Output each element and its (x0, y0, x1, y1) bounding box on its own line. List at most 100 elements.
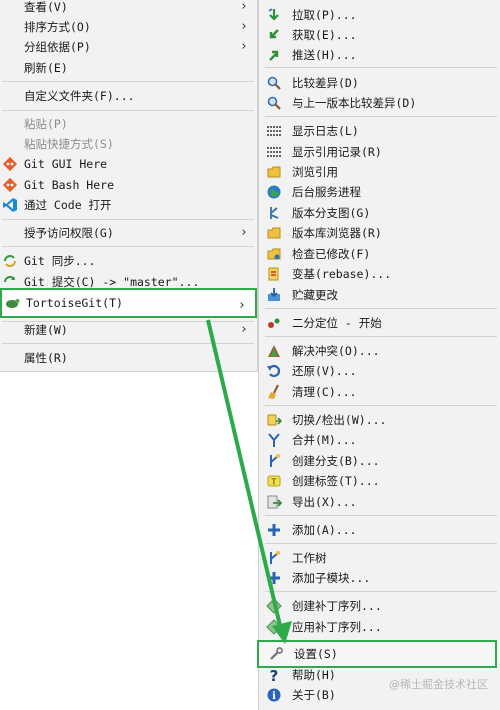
submenu-item-switch[interactable]: 切换/检出(W)... (259, 410, 499, 430)
menu-separator (265, 67, 497, 68)
chevron-right-icon: › (241, 19, 247, 34)
menu-separator (2, 219, 254, 220)
tag-icon: T (267, 475, 281, 487)
chevron-right-icon: › (241, 39, 247, 54)
fetch-icon (269, 29, 279, 39)
cleanup-icon (268, 384, 279, 399)
add-icon (268, 524, 280, 536)
menu-separator (265, 543, 497, 544)
submenu-item-export[interactable]: 导出(X)... (259, 492, 499, 512)
menu-separator (265, 308, 497, 309)
repo-browser-icon (267, 227, 281, 239)
menu-separator (265, 515, 497, 516)
menu-item-paste-shortcut: 粘贴快捷方式(S) (24, 137, 114, 151)
push-icon (269, 50, 279, 61)
submenu-item-resolve[interactable]: 解决冲突(O)... (259, 341, 499, 361)
switch-icon (267, 414, 282, 426)
submenu-item-create-tag[interactable]: T 创建标签(T)... (259, 471, 499, 491)
menu-item-sort-by[interactable]: 排序方式(O) › (0, 17, 257, 37)
submenu-item-repo-browser[interactable]: 版本库浏览器(R) (259, 223, 499, 243)
menu-separator (265, 405, 497, 406)
stash-icon (268, 288, 280, 301)
add-submodule-icon (268, 572, 280, 584)
vscode-icon (3, 198, 17, 212)
submenu-item-check-modifications[interactable]: 检查已修改(F) (259, 244, 499, 264)
menu-separator (2, 81, 254, 82)
git-bash-icon (2, 177, 18, 193)
daemon-icon (267, 185, 281, 199)
menu-item-give-access[interactable]: 授予访问权限(G) › (0, 223, 257, 243)
submenu-item-stash[interactable]: 贮藏更改 (259, 285, 499, 305)
about-icon: i (267, 688, 281, 702)
submenu-item-apply-patch[interactable]: 应用补丁序列... (259, 617, 499, 637)
browse-refs-icon (267, 166, 281, 178)
menu-item-git-bash[interactable]: Git Bash Here (0, 175, 257, 195)
submenu-item-pull[interactable]: 拉取(P)... (259, 5, 499, 25)
menu-item-git-sync[interactable]: Git 同步... (0, 251, 257, 271)
submenu-item-create-branch[interactable]: 创建分支(B)... (259, 451, 499, 471)
submenu-item-add[interactable]: 添加(A)... (259, 520, 499, 540)
chevron-right-icon: › (241, 225, 247, 240)
menu-separator (265, 116, 497, 117)
chevron-right-icon: › (241, 322, 247, 337)
submenu-item-settings[interactable]: 设置(S) (257, 640, 497, 668)
submenu-item-create-patch[interactable]: 创建补丁序列... (259, 596, 499, 616)
menu-item-customize-folder[interactable]: 自定义文件夹(F)... (0, 86, 257, 106)
menu-item-properties[interactable]: 属性(R) (0, 348, 257, 368)
diff-icon (267, 76, 281, 90)
reflog-icon (267, 147, 281, 157)
svg-text:i: i (272, 691, 276, 702)
create-patch-icon (266, 598, 282, 614)
check-modifications-icon (267, 248, 281, 260)
submenu-item-browse-refs[interactable]: 浏览引用 (259, 162, 499, 182)
menu-item-new[interactable]: 新建(W) › (0, 320, 257, 340)
menu-item-paste: 粘贴(P) (24, 117, 68, 131)
menu-item-group-by[interactable]: 分组依据(P) › (0, 37, 257, 57)
git-sync-icon (4, 255, 16, 267)
submenu-item-merge[interactable]: 合并(M)... (259, 430, 499, 450)
rebase-icon (268, 267, 279, 281)
revision-graph-icon (270, 207, 279, 219)
submenu-item-show-log[interactable]: 显示日志(L) (259, 121, 499, 141)
merge-icon (268, 433, 280, 447)
submenu-item-add-submodule[interactable]: 添加子模块... (259, 568, 499, 588)
pull-icon (268, 8, 279, 21)
worktree-icon (270, 551, 280, 564)
submenu-item-diff-previous[interactable]: 与上一版本比较差异(D) (259, 93, 499, 113)
submenu-item-worktree[interactable]: 工作树 (259, 548, 499, 568)
bisect-icon (268, 318, 280, 328)
watermark: @稀土掘金技术社区 (389, 678, 488, 691)
menu-separator (2, 110, 254, 111)
resolve-icon (268, 345, 280, 357)
svg-text:T: T (271, 478, 277, 487)
menu-separator (265, 591, 497, 592)
menu-item-tortoisegit[interactable]: TortoiseGit(T) › (0, 288, 257, 318)
submenu-item-daemon[interactable]: 后台服务进程 (259, 182, 499, 202)
submenu-item-bisect[interactable]: 二分定位 - 开始 (259, 313, 499, 333)
diff-previous-icon (267, 96, 281, 110)
svg-text:?: ? (270, 667, 279, 683)
menu-item-open-with-code[interactable]: 通过 Code 打开 (0, 195, 257, 215)
menu-separator (2, 246, 254, 247)
apply-patch-icon (266, 619, 282, 635)
menu-item-refresh[interactable]: 刷新(E) (0, 58, 257, 78)
revert-icon (267, 364, 281, 378)
submenu-item-revision-graph[interactable]: 版本分支图(G) (259, 203, 499, 223)
menu-separator (265, 336, 497, 337)
log-icon (267, 126, 281, 136)
menu-item-git-gui[interactable]: Git GUI Here (0, 154, 257, 174)
submenu-item-cleanup[interactable]: 清理(C)... (259, 382, 499, 402)
submenu-item-rebase[interactable]: 变基(rebase)... (259, 264, 499, 284)
settings-icon (270, 647, 283, 660)
submenu-item-fetch[interactable]: 获取(E)... (259, 25, 499, 45)
tortoisegit-icon (6, 299, 20, 308)
submenu-item-diff[interactable]: 比较差异(D) (259, 73, 499, 93)
submenu-item-show-reflog[interactable]: 显示引用记录(R) (259, 142, 499, 162)
submenu-item-push[interactable]: 推送(H)... (259, 45, 499, 65)
export-icon (267, 495, 282, 509)
context-menu: 查看(V) › 排序方式(O) › 分组依据(P) › 刷新(E) 自定义文件夹… (0, 0, 258, 372)
submenu-item-revert[interactable]: 还原(V)... (259, 361, 499, 381)
menu-item-view[interactable]: 查看(V) › (0, 0, 257, 17)
branch-icon (270, 454, 280, 467)
help-icon: ? (270, 667, 279, 683)
